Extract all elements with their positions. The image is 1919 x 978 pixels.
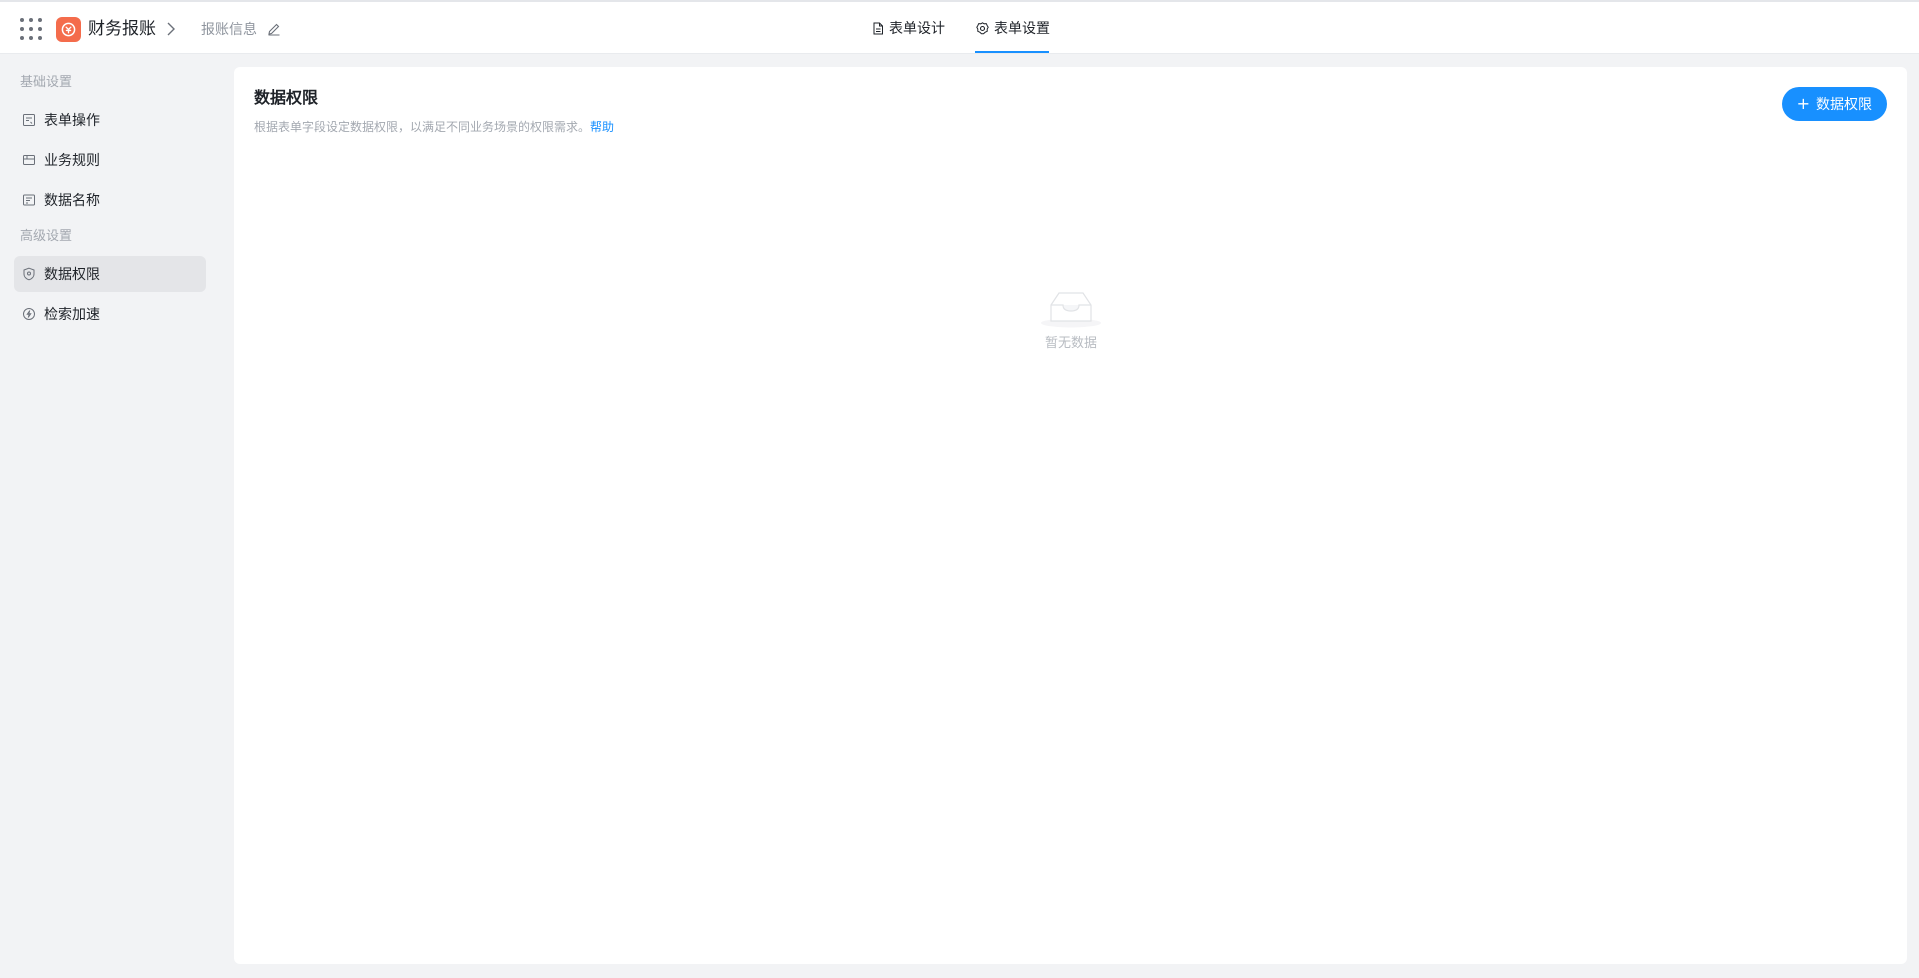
tab-form-settings[interactable]: 表单设置 <box>976 2 1050 54</box>
sidebar-item-label: 检索加速 <box>44 307 100 323</box>
sidebar-item-search-acceleration[interactable]: 检索加速 <box>14 296 206 332</box>
sidebar-item-label: 表单操作 <box>44 113 100 129</box>
document-icon <box>873 22 883 34</box>
app-grid-icon[interactable] <box>20 18 42 40</box>
lightning-icon <box>22 307 36 321</box>
chevron-right-icon <box>167 22 175 36</box>
sidebar-item-data-name[interactable]: 数据名称 <box>14 182 206 218</box>
shield-icon <box>22 267 36 281</box>
sidebar-item-data-permissions[interactable]: 数据权限 <box>14 256 206 292</box>
sidebar-item-form-actions[interactable]: 表单操作 <box>14 102 206 138</box>
rules-icon <box>22 153 36 167</box>
plus-icon: + <box>1796 94 1810 113</box>
help-link[interactable]: 帮助 <box>590 120 614 134</box>
sidebar-item-business-rules[interactable]: 业务规则 <box>14 142 206 178</box>
sidebar-item-label: 数据权限 <box>44 267 100 283</box>
sidebar: 基础设置 表单操作 业务规则 数据名称 高级设置 数据权限 检索加速 <box>0 54 220 978</box>
edit-icon[interactable] <box>267 22 281 36</box>
sidebar-item-label: 业务规则 <box>44 153 100 169</box>
sidebar-item-label: 数据名称 <box>44 193 100 209</box>
description-text: 根据表单字段设定数据权限，以满足不同业务场景的权限需求。 <box>254 120 591 134</box>
app-logo-icon <box>61 22 76 37</box>
name-icon <box>22 193 36 207</box>
empty-state: 暂无数据 <box>1019 285 1123 353</box>
tab-label: 表单设计 <box>889 21 945 37</box>
page-description: 根据表单字段设定数据权限，以满足不同业务场景的权限需求。帮助 <box>254 119 614 136</box>
add-button-label: 数据权限 <box>1816 97 1872 113</box>
tab-form-design[interactable]: 表单设计 <box>872 2 945 54</box>
form-icon <box>22 113 36 127</box>
breadcrumb-current: 报账信息 <box>201 22 257 38</box>
app-name[interactable]: 财务报账 <box>88 18 156 40</box>
main-panel: 数据权限 根据表单字段设定数据权限，以满足不同业务场景的权限需求。帮助 + 数据… <box>234 67 1907 964</box>
empty-inbox-icon <box>1041 292 1101 328</box>
active-tab-indicator <box>975 51 1049 53</box>
tab-label: 表单设置 <box>994 21 1050 37</box>
sidebar-group-title-advanced: 高级设置 <box>20 229 73 244</box>
sidebar-group-title-basic: 基础设置 <box>20 75 73 90</box>
empty-state-text: 暂无数据 <box>1044 336 1097 351</box>
add-data-permission-button[interactable]: + 数据权限 <box>1781 87 1887 121</box>
top-bar: 财务报账 报账信息 表单设计 表单设置 <box>0 0 1919 54</box>
app-logo <box>56 17 81 42</box>
gear-icon <box>976 21 989 34</box>
page-title: 数据权限 <box>254 88 319 107</box>
